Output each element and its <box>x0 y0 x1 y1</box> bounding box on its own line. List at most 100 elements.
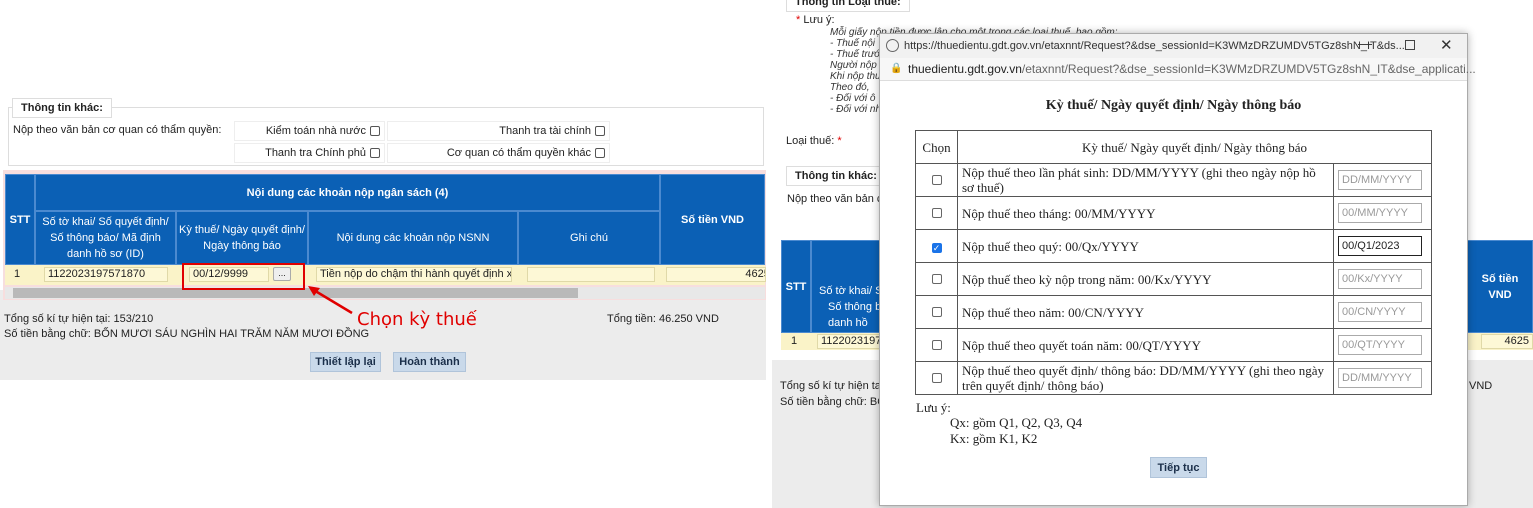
note-line: Theo đó, <box>830 82 870 93</box>
period-option-row: Nộp thuế theo quyết toán năm: 00/QT/YYYY… <box>915 328 1432 362</box>
header-doc-bg: Số tờ khai/ S Số thông b danh hồ <box>811 240 883 333</box>
option-co-quan-khac[interactable]: Cơ quan có thẩm quyền khác <box>387 143 610 163</box>
period-option-row: Nộp thuế theo quyết định/ thông báo: DD/… <box>915 361 1432 395</box>
note-input[interactable] <box>527 267 655 282</box>
total-tail-bg: VND <box>1469 380 1493 392</box>
globe-icon <box>886 39 899 52</box>
option-label: Nộp thuế theo quý: 00/Qx/YYYY <box>957 229 1334 263</box>
doc-no-input[interactable]: 1122023197571870 <box>44 267 168 282</box>
header-line: Số tờ khai/ S <box>819 285 883 297</box>
checkbox[interactable] <box>595 126 605 137</box>
option-thanh-tra-tai-chinh[interactable]: Thanh tra tài chính <box>387 121 610 141</box>
url-path: /etaxnnt/Request?&dse_sessionId=K3WMzDRZ… <box>1021 62 1476 76</box>
authority-label: Nộp theo văn bản cơ quan có thẩm quyền: <box>9 121 232 141</box>
popup-title-bar: https://thuedientu.gdt.gov.vn/etaxnnt/Re… <box>880 34 1467 58</box>
authority-label-bg: Nộp theo văn bản c <box>787 193 883 205</box>
period-value-input[interactable]: DD/MM/YYYY <box>1338 170 1422 190</box>
option-label: Nộp thuế theo quyết định/ thông báo: DD/… <box>957 361 1334 395</box>
required-mark: * <box>796 14 801 26</box>
note-line: Người nộp <box>830 60 877 71</box>
other-info-fieldset: Nộp theo văn bản cơ quan có thẩm quyền: … <box>8 107 764 166</box>
popup-note: Kx: gồm K1, K2 <box>950 431 1038 446</box>
option-cell: 00/Q1/2023 <box>1333 229 1432 263</box>
option-label: Thanh tra tài chính <box>499 125 591 137</box>
period-picker-popup: https://thuedientu.gdt.gov.vn/etaxnnt/Re… <box>879 33 1476 506</box>
option-cell: 00/QT/YYYY <box>1333 328 1432 362</box>
option-checkbox[interactable] <box>931 339 942 350</box>
period-value-input[interactable]: DD/MM/YYYY <box>1338 368 1422 388</box>
option-checkbox[interactable] <box>931 372 942 383</box>
finish-button[interactable]: Hoàn thành <box>393 352 466 372</box>
option-cell: DD/MM/YYYY <box>1333 361 1432 395</box>
choose-cell: ✓ <box>915 229 958 263</box>
other-info-legend-bg: Thông tin khác: <box>786 166 886 186</box>
checkbox[interactable] <box>370 126 380 137</box>
tax-type-label: Loại thuế: <box>786 135 835 147</box>
period-value-input[interactable]: 00/QT/YYYY <box>1338 335 1422 355</box>
char-count-bg: Tổng số kí tự hiện ta <box>780 380 881 392</box>
option-cell: 00/CN/YYYY <box>1333 295 1432 329</box>
period-value-input[interactable]: 00/Q1/2023 <box>1338 236 1422 256</box>
doc-no-input[interactable]: 11220231971 <box>817 334 887 349</box>
option-checkbox[interactable]: ✓ <box>931 242 942 253</box>
maximize-icon[interactable] <box>1405 40 1415 50</box>
close-icon[interactable]: ✕ <box>1440 36 1453 54</box>
header-line: Số thông b <box>828 301 882 313</box>
popup-note-label: Lưu ý: <box>916 400 951 415</box>
amount-input[interactable]: 4625 <box>1481 334 1533 349</box>
option-checkbox[interactable] <box>931 273 942 284</box>
checkbox[interactable] <box>595 148 605 159</box>
minimize-icon[interactable]: — <box>1358 35 1372 51</box>
checkbox[interactable] <box>370 148 380 159</box>
choose-cell <box>915 163 958 197</box>
popup-heading: Kỳ thuế/ Ngày quyết định/ Ngày thông báo <box>1045 98 1302 113</box>
period-option-row: ✓ Nộp thuế theo quý: 00/Qx/YYYY 00/Q1/20… <box>915 229 1432 263</box>
option-cell: DD/MM/YYYY <box>1333 163 1432 197</box>
header-period: Kỳ thuế/ Ngày quyết định/ Ngày thông báo <box>176 211 308 265</box>
amount-value: 46250 <box>745 268 765 280</box>
header-content: Nội dung các khoản nộp NSNN <box>308 211 518 265</box>
period-option-row: Nộp thuế theo năm: 00/CN/YYYY 00/CN/YYYY <box>915 295 1432 329</box>
note-line: - Thuế trướ <box>830 49 881 60</box>
period-value-input[interactable]: 00/Kx/YYYY <box>1338 269 1422 289</box>
amount-words-bg: Số tiền bằng chữ: BỐ <box>780 396 886 408</box>
choose-cell <box>915 361 958 395</box>
option-label: Cơ quan có thẩm quyền khác <box>446 147 591 159</box>
note-line: Khi nộp thu <box>830 71 881 82</box>
option-thanh-tra-chinh-phu[interactable]: Thanh tra Chính phủ <box>234 143 385 163</box>
option-label: Nộp thuế theo lần phát sinh: DD/MM/YYYY … <box>957 163 1334 197</box>
address-bar[interactable]: 🔒 thuedientu.gdt.gov.vn/etaxnnt/Request?… <box>880 58 1476 81</box>
header-amount-bg: Số tiền VND <box>1467 240 1533 333</box>
tax-type-legend: Thông tin Loại thuế: <box>786 0 910 12</box>
lock-icon: 🔒 <box>890 63 903 74</box>
option-cell: 00/MM/YYYY <box>1333 196 1432 230</box>
header-line: danh hồ <box>828 317 868 329</box>
other-info-legend: Thông tin khác: <box>12 98 112 118</box>
option-label: Nộp thuế theo tháng: 00/MM/YYYY <box>957 196 1334 230</box>
header-group: Nội dung các khoản nộp ngân sách (4) <box>35 174 660 211</box>
period-option-row: Nộp thuế theo kỳ nộp trong năm: 00/Kx/YY… <box>915 262 1432 296</box>
option-checkbox[interactable] <box>931 174 942 185</box>
annotation-label: Chọn kỳ thuế <box>357 309 477 330</box>
window-title: https://thuedientu.gdt.gov.vn/etaxnnt/Re… <box>904 40 1405 52</box>
period-value-input[interactable]: 00/MM/YYYY <box>1338 203 1422 223</box>
option-label: Kiểm toán nhà nước <box>265 125 366 137</box>
option-checkbox[interactable] <box>931 207 942 218</box>
highlight-box <box>182 263 305 290</box>
row-stt: 1 <box>791 335 798 347</box>
note-label: Lưu ý: <box>803 14 835 26</box>
popup-note: Qx: gồm Q1, Q2, Q3, Q4 <box>950 415 1083 430</box>
option-kiem-toan[interactable]: Kiểm toán nhà nước <box>234 121 385 141</box>
period-options-table: Chọn Kỳ thuế/ Ngày quyết định/ Ngày thôn… <box>915 130 1432 395</box>
reset-button[interactable]: Thiết lập lại <box>310 352 381 372</box>
continue-button[interactable]: Tiếp tục <box>1150 457 1207 478</box>
amount-input[interactable]: 46250 <box>666 267 766 282</box>
period-value-input[interactable]: 00/CN/YYYY <box>1338 302 1422 322</box>
option-label: Nộp thuế theo năm: 00/CN/YYYY <box>957 295 1334 329</box>
horizontal-scrollbar[interactable] <box>5 287 765 299</box>
choose-cell <box>915 262 958 296</box>
option-checkbox[interactable] <box>931 306 942 317</box>
note-line: - Thuế nội <box>830 38 876 49</box>
table-header-row: Chọn Kỳ thuế/ Ngày quyết định/ Ngày thôn… <box>915 130 1432 164</box>
row-stt: 1 <box>14 268 21 280</box>
